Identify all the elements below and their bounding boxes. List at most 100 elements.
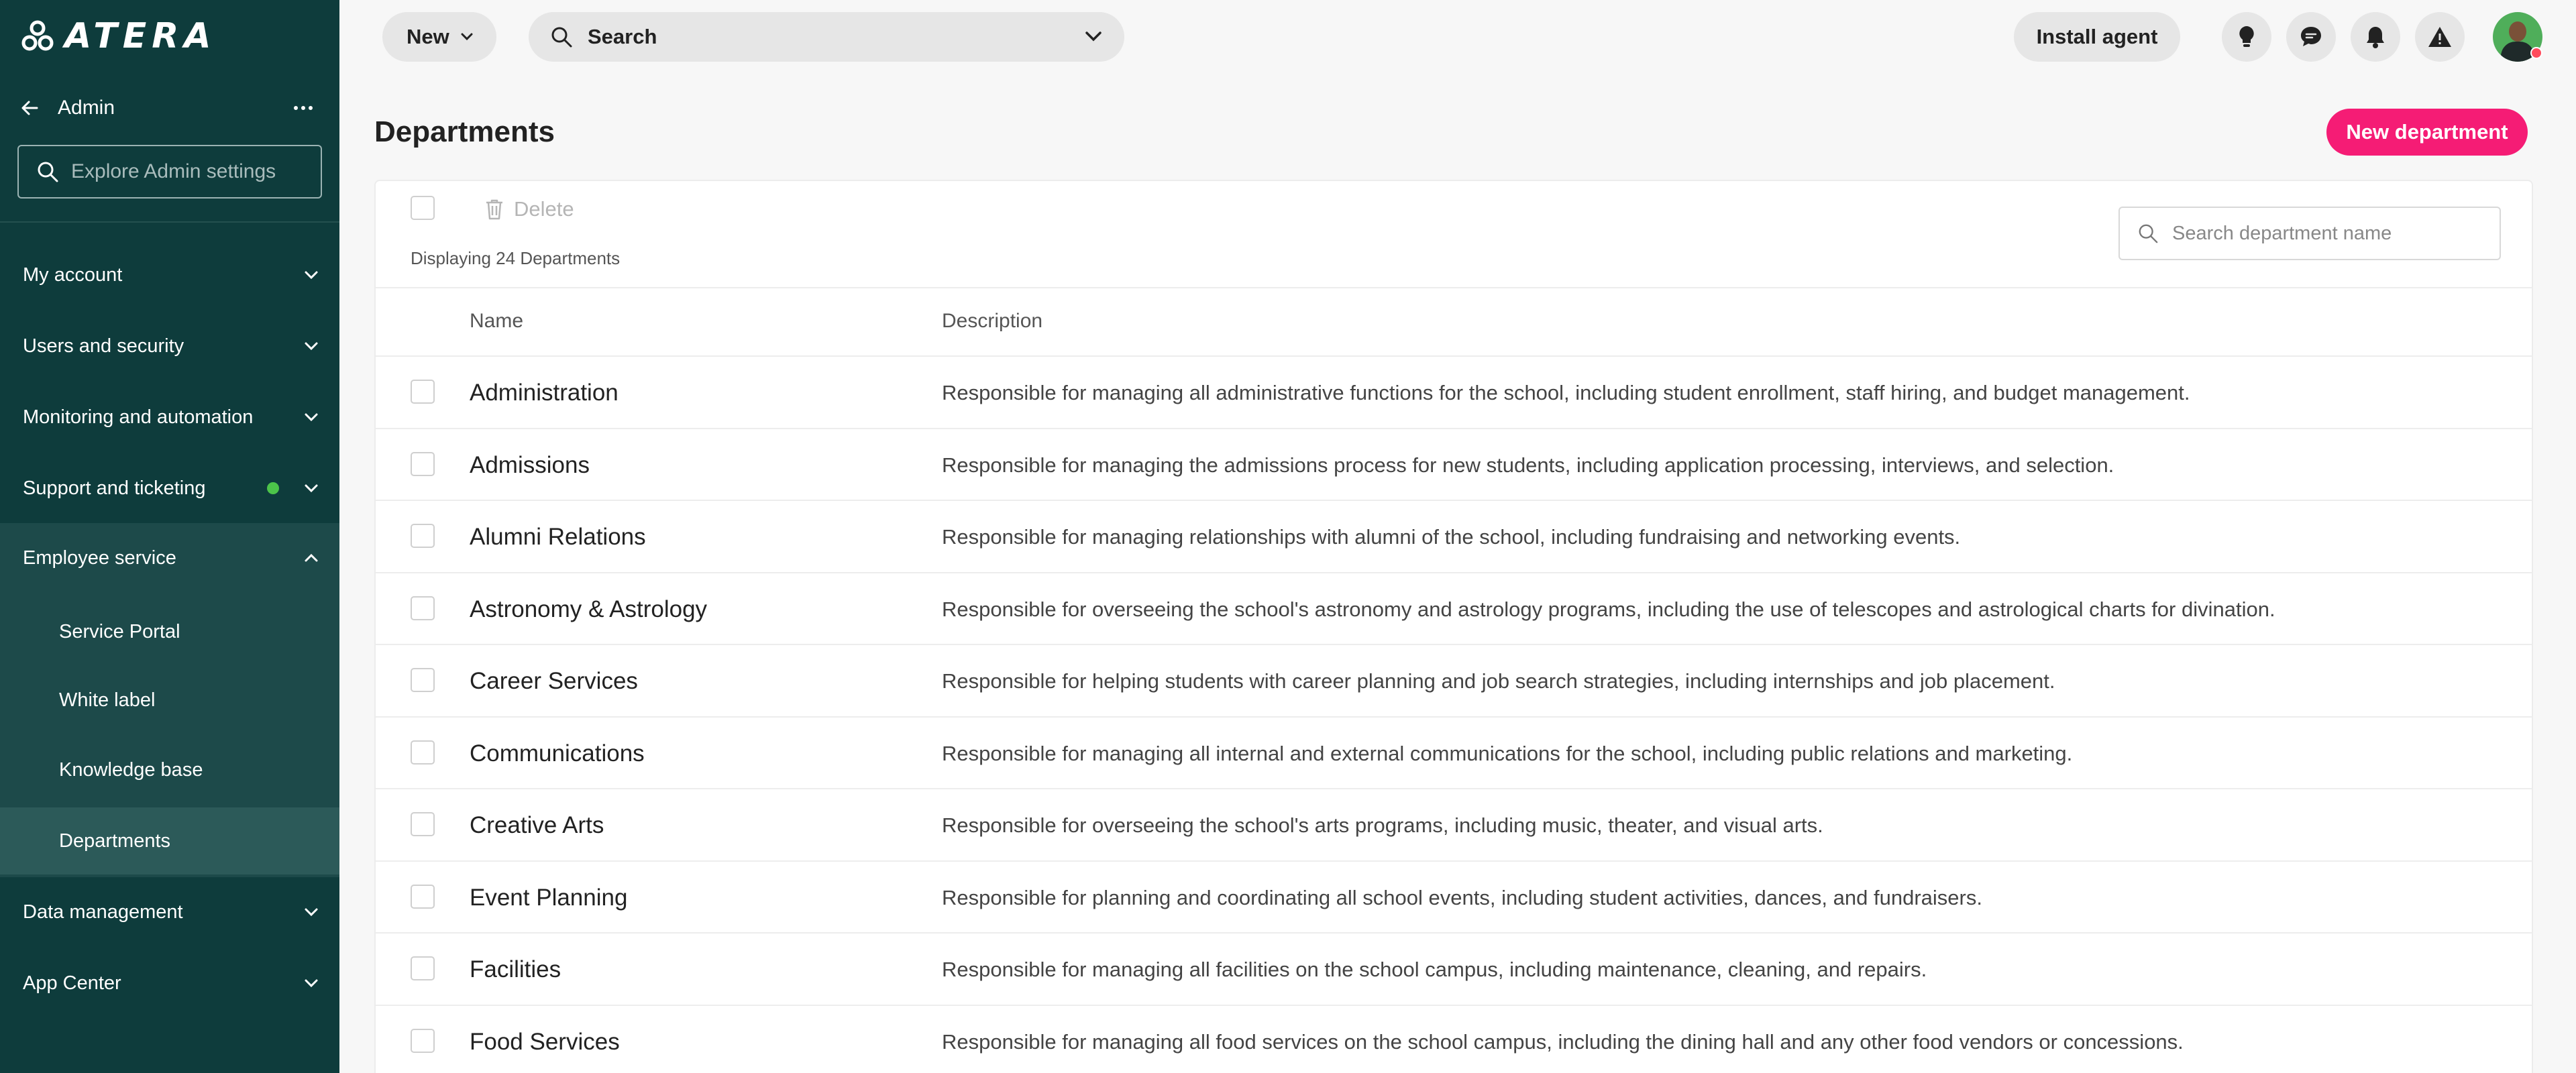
sidebar-item-label: Users and security bbox=[23, 335, 184, 357]
sidebar-item-label: Support and ticketing bbox=[23, 477, 206, 499]
select-all-checkbox[interactable] bbox=[411, 196, 435, 220]
row-checkbox[interactable] bbox=[411, 884, 435, 909]
search-icon bbox=[2139, 224, 2158, 243]
new-department-button[interactable]: New department bbox=[2326, 109, 2528, 156]
table-row[interactable]: Food Services Responsible for managing al… bbox=[376, 1006, 2532, 1073]
sidebar-subitem-service-portal[interactable]: Service Portal bbox=[0, 598, 339, 665]
sidebar-subitem-white-label[interactable]: White label bbox=[0, 667, 339, 734]
sidebar-subitem-departments[interactable]: Departments bbox=[0, 807, 339, 874]
department-name[interactable]: Career Services bbox=[470, 668, 638, 695]
chevron-down-icon bbox=[302, 408, 321, 427]
department-search-input[interactable] bbox=[2172, 222, 2494, 245]
top-bar: New Search Install agent bbox=[339, 0, 2576, 71]
row-checkbox[interactable] bbox=[411, 740, 435, 765]
department-description: Responsible for overseeing the school's … bbox=[942, 813, 1823, 837]
department-description: Responsible for planning and coordinatin… bbox=[942, 885, 1982, 909]
row-checkbox[interactable] bbox=[411, 380, 435, 404]
admin-header: Admin bbox=[16, 91, 317, 125]
table-row[interactable]: Event Planning Responsible for planning a… bbox=[376, 862, 2532, 934]
department-name[interactable]: Administration bbox=[470, 380, 619, 406]
department-description: Responsible for managing all internal an… bbox=[942, 741, 2073, 765]
sidebar-item-label: Monitoring and automation bbox=[23, 406, 254, 428]
chat-icon[interactable] bbox=[2286, 12, 2336, 62]
page-title: Departments bbox=[374, 115, 555, 148]
search-icon bbox=[551, 27, 572, 48]
admin-settings-search[interactable] bbox=[17, 145, 322, 199]
employee-service-group: Employee service Service Portal White la… bbox=[0, 523, 339, 877]
more-options-icon[interactable] bbox=[290, 95, 317, 121]
department-name[interactable]: Communications bbox=[470, 740, 645, 767]
sidebar-item-employee-service[interactable]: Employee service bbox=[0, 523, 339, 593]
sidebar-subitem-label: White label bbox=[59, 689, 156, 711]
sidebar-subitem-label: Knowledge base bbox=[59, 758, 203, 781]
sidebar-subitem-label: Departments bbox=[59, 830, 171, 852]
sidebar-subitem-knowledge-base[interactable]: Knowledge base bbox=[0, 736, 339, 803]
sidebar-item-users-security[interactable]: Users and security bbox=[0, 319, 339, 373]
department-description: Responsible for managing all administrat… bbox=[942, 381, 2190, 404]
chevron-down-icon bbox=[302, 337, 321, 355]
sidebar-item-label: My account bbox=[23, 264, 123, 286]
department-description: Responsible for managing all facilities … bbox=[942, 958, 1927, 981]
sidebar-item-app-center[interactable]: App Center bbox=[0, 956, 339, 1010]
row-checkbox[interactable] bbox=[411, 812, 435, 836]
sidebar-item-label: Employee service bbox=[23, 547, 176, 569]
department-description: Responsible for managing all food servic… bbox=[942, 1029, 2184, 1054]
sidebar-item-monitoring[interactable]: Monitoring and automation bbox=[0, 390, 339, 444]
chevron-down-icon[interactable] bbox=[1084, 31, 1103, 43]
department-name[interactable]: Admissions bbox=[470, 452, 590, 479]
row-checkbox[interactable] bbox=[411, 524, 435, 548]
admin-settings-search-input[interactable] bbox=[71, 160, 313, 183]
department-name[interactable]: Alumni Relations bbox=[470, 524, 646, 551]
row-checkbox[interactable] bbox=[411, 956, 435, 980]
table-header: Name Description bbox=[376, 287, 2532, 357]
table-row[interactable]: Astronomy & Astrology Responsible for ove… bbox=[376, 573, 2532, 645]
search-icon bbox=[38, 162, 58, 182]
lightbulb-icon[interactable] bbox=[2222, 12, 2271, 62]
column-header-name[interactable]: Name bbox=[470, 310, 523, 333]
departments-card: Delete Displaying 24 Departments Name De… bbox=[374, 180, 2533, 1073]
column-header-description[interactable]: Description bbox=[942, 310, 1042, 333]
sidebar: ATERA Admin My account Users and securit… bbox=[0, 0, 339, 1073]
install-agent-label: Install agent bbox=[2036, 25, 2158, 48]
department-name[interactable]: Astronomy & Astrology bbox=[470, 596, 707, 623]
table-row[interactable]: Communications Responsible for managing a… bbox=[376, 718, 2532, 789]
global-search[interactable]: Search bbox=[529, 12, 1124, 62]
atera-logo[interactable]: ATERA bbox=[21, 16, 217, 56]
status-dot bbox=[267, 482, 279, 494]
chevron-down-icon bbox=[302, 903, 321, 921]
sidebar-subitem-label: Service Portal bbox=[59, 620, 180, 642]
warning-icon[interactable] bbox=[2415, 12, 2465, 62]
row-checkbox[interactable] bbox=[411, 668, 435, 692]
bell-icon[interactable] bbox=[2351, 12, 2400, 62]
department-name[interactable]: Facilities bbox=[470, 956, 561, 983]
table-row[interactable]: Creative Arts Responsible for overseeing … bbox=[376, 789, 2532, 862]
back-arrow-icon[interactable] bbox=[16, 95, 43, 121]
table-body: Administration Responsible for managing a… bbox=[376, 357, 2532, 1073]
row-checkbox[interactable] bbox=[411, 1028, 435, 1053]
table-row[interactable]: Career Services Responsible for helping s… bbox=[376, 645, 2532, 718]
department-description: Responsible for managing relationships w… bbox=[942, 525, 1961, 549]
department-name[interactable]: Creative Arts bbox=[470, 812, 604, 839]
displaying-count: Displaying 24 Departments bbox=[411, 248, 621, 268]
delete-button[interactable]: Delete bbox=[484, 196, 574, 223]
department-search[interactable] bbox=[2118, 207, 2501, 260]
department-description: Responsible for managing the admissions … bbox=[942, 453, 2114, 477]
row-checkbox[interactable] bbox=[411, 596, 435, 620]
table-row[interactable]: Administration Responsible for managing a… bbox=[376, 357, 2532, 429]
department-name[interactable]: Food Services bbox=[470, 1029, 620, 1056]
department-name[interactable]: Event Planning bbox=[470, 885, 627, 911]
table-row[interactable]: Alumni Relations Responsible for managing… bbox=[376, 501, 2532, 573]
global-search-label: Search bbox=[588, 25, 657, 48]
install-agent-button[interactable]: Install agent bbox=[2014, 12, 2180, 62]
sidebar-item-my-account[interactable]: My account bbox=[0, 248, 339, 302]
sidebar-item-support[interactable]: Support and ticketing bbox=[0, 461, 339, 515]
new-button[interactable]: New bbox=[382, 12, 496, 62]
sidebar-item-data-management[interactable]: Data management bbox=[0, 885, 339, 939]
sidebar-item-label: App Center bbox=[23, 972, 121, 994]
table-row[interactable]: Admissions Responsible for managing the a… bbox=[376, 429, 2532, 501]
new-button-label: New bbox=[407, 25, 449, 48]
row-checkbox[interactable] bbox=[411, 451, 435, 476]
trash-icon bbox=[486, 199, 502, 220]
chevron-down-icon bbox=[461, 33, 473, 41]
table-row[interactable]: Facilities Responsible for managing all f… bbox=[376, 934, 2532, 1006]
